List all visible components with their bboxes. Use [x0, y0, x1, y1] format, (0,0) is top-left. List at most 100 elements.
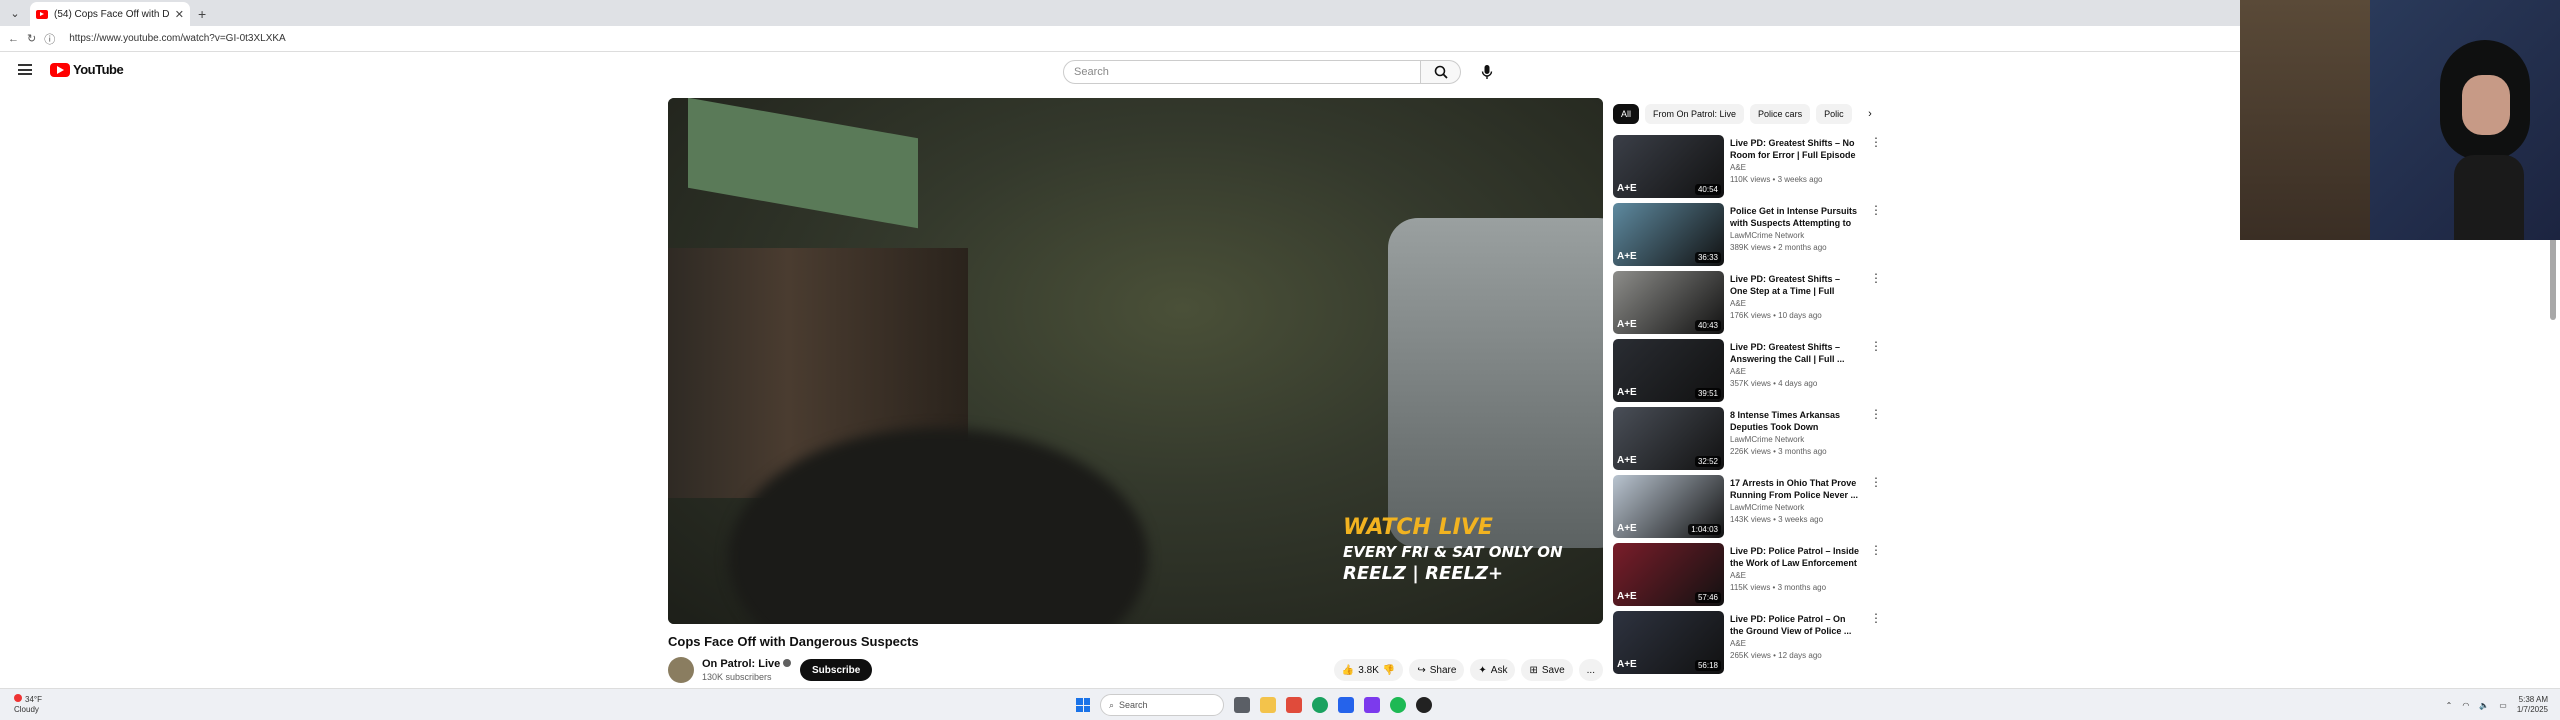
voice-search-button[interactable]: [1475, 60, 1499, 84]
more-actions-button[interactable]: ...: [1578, 659, 1603, 681]
channel-watermark-icon: A+E: [1617, 659, 1637, 670]
spotify-icon[interactable]: [1390, 697, 1406, 713]
taskbar: 34°F Cloudy ⌕ Search ⌃ ◠ 🔈 ▭ 5:38 AM 1/7…: [0, 688, 2560, 720]
more-options-icon[interactable]: ⋮: [1870, 475, 1882, 489]
youtube-logo[interactable]: YouTube: [50, 62, 124, 77]
recommendation-channel[interactable]: A&E: [1730, 299, 1746, 308]
duration-badge: 36:33: [1694, 252, 1721, 263]
address-bar: ← ↻ ⓘ https://www.youtube.com/watch?v=GI…: [0, 26, 2240, 52]
more-options-icon[interactable]: ⋮: [1870, 203, 1882, 217]
video-thumbnail[interactable]: A+E 40:54: [1613, 135, 1724, 198]
windows-start-icon[interactable]: [1076, 698, 1090, 712]
recommendation-meta: 115K views • 3 months ago: [1730, 583, 1827, 592]
recommendation-title[interactable]: Live PD: Greatest Shifts – One Step at a…: [1730, 273, 1860, 297]
like-count: 3.8K: [1358, 664, 1379, 676]
video-thumbnail[interactable]: A+E 39:51: [1613, 339, 1724, 402]
recommendation-meta: 265K views • 12 days ago: [1730, 651, 1822, 660]
chip-all[interactable]: All: [1613, 104, 1640, 124]
back-icon[interactable]: ←: [8, 33, 19, 45]
tab-search-icon[interactable]: ⌄: [4, 2, 26, 24]
video-thumbnail[interactable]: A+E 1:04:03: [1613, 475, 1724, 538]
recommendation-channel[interactable]: LawMCrime Network: [1730, 435, 1804, 444]
url-field[interactable]: https://www.youtube.com/watch?v=GI-0t3XL…: [69, 33, 286, 44]
video-thumbnail[interactable]: A+E 36:33: [1613, 203, 1724, 266]
recommendation-item[interactable]: A+E 40:54 Live PD: Greatest Shifts – No Ro…: [1613, 135, 1883, 203]
recommendation-title[interactable]: 17 Arrests in Ohio That Prove Running Fr…: [1730, 477, 1860, 501]
video-thumbnail[interactable]: A+E 40:43: [1613, 271, 1724, 334]
recommendation-title[interactable]: Live PD: Police Patrol – Inside the Work…: [1730, 545, 1860, 569]
recommendation-item[interactable]: A+E 36:33 Police Get in Intense Pursuits w…: [1613, 203, 1883, 271]
video-thumbnail[interactable]: A+E 32:52: [1613, 407, 1724, 470]
recommendation-channel[interactable]: A&E: [1730, 367, 1746, 376]
recommendation-title[interactable]: Live PD: Greatest Shifts – Answering the…: [1730, 341, 1860, 365]
recommendation-channel[interactable]: LawMCrime Network: [1730, 231, 1804, 240]
chevron-up-icon[interactable]: ⌃: [2446, 701, 2453, 710]
video-thumbnail[interactable]: A+E 57:46: [1613, 543, 1724, 606]
new-tab-button[interactable]: +: [198, 6, 206, 22]
volume-icon[interactable]: 🔈: [2479, 701, 2489, 710]
clock-time: 5:38 AM: [2518, 695, 2548, 704]
subscribe-button[interactable]: Subscribe: [800, 659, 873, 681]
recommendation-title[interactable]: Live PD: Greatest Shifts – No Room for E…: [1730, 137, 1860, 161]
video-actions: 👍 3.8K 👎 ↪ Share ✦ Ask ⊞ Save ...: [1333, 659, 1603, 681]
more-options-icon[interactable]: ⋮: [1870, 135, 1882, 149]
save-button[interactable]: ⊞ Save: [1521, 659, 1573, 681]
channel-watermark-icon: A+E: [1617, 455, 1637, 466]
discord-icon[interactable]: [1364, 697, 1380, 713]
recommendation-item[interactable]: A+E 39:51 Live PD: Greatest Shifts – Answe…: [1613, 339, 1883, 407]
calculator-icon[interactable]: [1338, 697, 1354, 713]
recommendation-item[interactable]: A+E 56:18 Live PD: Police Patrol – On the …: [1613, 611, 1883, 679]
recommendation-channel[interactable]: A&E: [1730, 571, 1746, 580]
sparkle-icon: ✦: [1478, 664, 1487, 676]
more-options-icon[interactable]: ⋮: [1870, 611, 1882, 625]
ask-button[interactable]: ✦ Ask: [1470, 659, 1516, 681]
more-options-icon[interactable]: ⋮: [1870, 543, 1882, 557]
store-icon[interactable]: [1286, 697, 1302, 713]
recommendation-title[interactable]: Live PD: Police Patrol – On the Ground V…: [1730, 613, 1860, 637]
more-options-icon[interactable]: ⋮: [1870, 407, 1882, 421]
page-scrollbar[interactable]: [2550, 236, 2556, 320]
file-explorer-icon[interactable]: [1260, 697, 1276, 713]
chevron-right-icon[interactable]: ›: [1860, 104, 1880, 124]
search-button[interactable]: [1421, 60, 1461, 84]
chip-from-channel[interactable]: From On Patrol: Live: [1645, 104, 1745, 124]
duration-badge: 56:18: [1694, 660, 1721, 671]
recommendation-title[interactable]: 8 Intense Times Arkansas Deputies Took D…: [1730, 409, 1860, 433]
battery-icon[interactable]: ▭: [2499, 701, 2507, 710]
browser-tab-active[interactable]: (54) Cops Face Off with Dang... ✕: [30, 2, 190, 26]
recommendation-item[interactable]: A+E 40:43 Live PD: Greatest Shifts – One S…: [1613, 271, 1883, 339]
site-info-icon[interactable]: ⓘ: [44, 31, 55, 47]
hamburger-menu-icon[interactable]: [18, 64, 32, 75]
obs-icon[interactable]: [1416, 697, 1432, 713]
recommendation-channel[interactable]: A&E: [1730, 639, 1746, 648]
recommendation-meta: 389K views • 2 months ago: [1730, 243, 1827, 252]
more-options-icon[interactable]: ⋮: [1870, 339, 1882, 353]
like-button[interactable]: 👍 3.8K 👎: [1333, 659, 1404, 681]
dislike-icon[interactable]: 👎: [1383, 665, 1395, 676]
channel-name[interactable]: On Patrol: Live: [702, 658, 780, 670]
recommendation-channel[interactable]: A&E: [1730, 163, 1746, 172]
weather-widget[interactable]: 34°F Cloudy: [14, 694, 42, 715]
clock[interactable]: 5:38 AM 1/7/2025: [2517, 695, 2548, 715]
search-input[interactable]: Search: [1063, 60, 1421, 84]
channel-avatar[interactable]: [668, 657, 694, 683]
recommendation-item[interactable]: A+E 32:52 8 Intense Times Arkansas Deputie…: [1613, 407, 1883, 475]
taskbar-search[interactable]: ⌕ Search: [1100, 694, 1224, 716]
channel-name-wrap[interactable]: On Patrol: Live: [702, 658, 792, 670]
recommendation-title[interactable]: Police Get in Intense Pursuits with Susp…: [1730, 205, 1860, 229]
wifi-icon[interactable]: ◠: [2462, 701, 2469, 710]
reload-icon[interactable]: ↻: [27, 32, 36, 45]
recommendation-channel[interactable]: LawMCrime Network: [1730, 503, 1804, 512]
share-button[interactable]: ↪ Share: [1409, 659, 1465, 681]
close-tab-icon[interactable]: ✕: [175, 8, 184, 21]
chip-police[interactable]: Polic: [1816, 104, 1852, 124]
chrome-icon[interactable]: [1312, 697, 1328, 713]
chip-police-cars[interactable]: Police cars: [1750, 104, 1811, 124]
recommendation-item[interactable]: A+E 1:04:03 17 Arrests in Ohio That Prove …: [1613, 475, 1883, 543]
recommendation-item[interactable]: A+E 57:46 Live PD: Police Patrol – Inside …: [1613, 543, 1883, 611]
browser-tab-strip: ⌄ (54) Cops Face Off with Dang... ✕ +: [0, 0, 2240, 26]
video-thumbnail[interactable]: A+E 56:18: [1613, 611, 1724, 674]
taskbar-center: ⌕ Search: [1076, 694, 1432, 716]
task-view-icon[interactable]: [1234, 697, 1250, 713]
more-options-icon[interactable]: ⋮: [1870, 271, 1882, 285]
